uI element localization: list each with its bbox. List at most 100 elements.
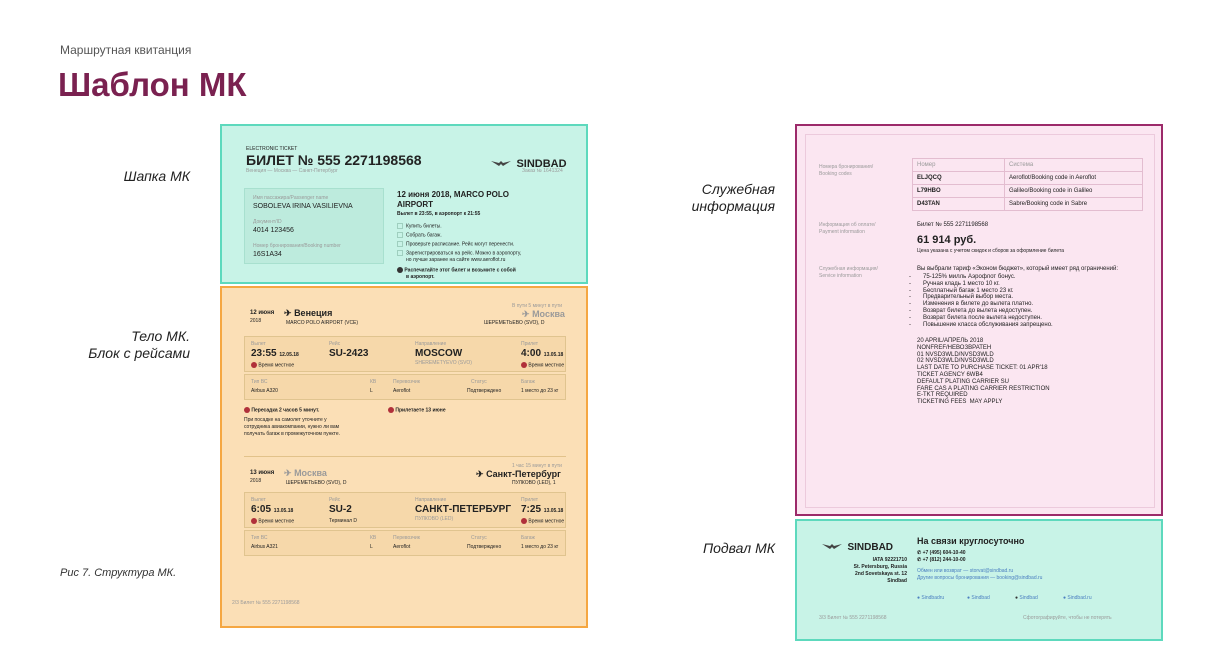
label-body-line1: Тело МК. xyxy=(131,328,190,344)
footer-city: St. Petersburg, Russia xyxy=(853,564,907,570)
service-label-1: Служебная информация/ xyxy=(819,266,878,272)
figure-caption: Рис 7. Структура МК. xyxy=(60,567,177,579)
carrier-label: Перевозчик xyxy=(393,379,420,385)
dep-time: 23:55 12.05.18 xyxy=(251,348,299,359)
plane-icon: ✈ xyxy=(284,308,292,318)
facebook-icon: ● xyxy=(1015,595,1019,601)
social-skype[interactable]: ● Sindbad xyxy=(967,595,990,601)
fare-code-line: TICKETING FEES MAY APPLY xyxy=(917,399,1003,406)
checkbox-icon[interactable] xyxy=(397,241,403,247)
alert-icon xyxy=(388,407,394,413)
label-service: Служебная информация xyxy=(640,181,775,215)
phone-2[interactable]: ✆ +7 (812) 244-10-00 xyxy=(917,557,966,563)
carrier-label: Перевозчик xyxy=(393,535,420,541)
print-note-1: Распечатайте этот билет и возьмите с соб… xyxy=(397,267,516,273)
fare-code-line: LAST DATE TO PURCHASE TICKET: 01 APR'18 xyxy=(917,365,1048,372)
departure-title-1: 12 июня 2018, MARCO POLO xyxy=(397,190,509,199)
label-footer: Подвал МК xyxy=(703,540,775,556)
footer-address: 2nd Sovetskaya st. 12 xyxy=(855,571,907,577)
skype-icon: ● xyxy=(967,595,971,601)
pnr-label: Номер бронирования/Booking number xyxy=(253,243,341,249)
arr-label: Прилет xyxy=(521,497,538,503)
bullet-marker: - xyxy=(909,301,918,308)
booking-link[interactable]: Другие вопросы бронирования — booking@si… xyxy=(917,575,1042,581)
clock-icon xyxy=(251,362,257,368)
dir-label: Направление xyxy=(415,341,447,347)
social-fb[interactable]: ● Sindbad xyxy=(1015,595,1038,601)
seg2-flight-card: Вылет 6:05 13.05.18 Время местное Рейс S… xyxy=(244,492,566,528)
local-time: Время местное xyxy=(251,362,294,368)
price-note: Цена указана с учетом скидок и сборов за… xyxy=(917,248,1065,254)
checklist-item[interactable]: Проверьте расписание. Рейс могут перенес… xyxy=(397,241,514,247)
fare-code-line: NONFREF/НЕВОЗВРАТЕН xyxy=(917,344,992,351)
dir-label: Направление xyxy=(415,497,447,503)
class-value: L xyxy=(370,388,373,394)
order-number: Заказ № 1641324 xyxy=(522,168,563,174)
dir-value: САНКТ-ПЕТЕРБУРГ xyxy=(415,504,512,515)
photo-hint: Сфотографируйте, чтобы не потерять xyxy=(1023,615,1112,621)
footer-company: Sindbad xyxy=(887,578,907,584)
social-vk[interactable]: ● Sindbadru xyxy=(917,595,944,601)
fare-code-line: 01 NVSD3WLD/NVSD3WLD xyxy=(917,351,994,358)
phone-icon: ✆ xyxy=(917,557,922,563)
status-label: Статус xyxy=(471,535,487,541)
checkbox-icon[interactable] xyxy=(397,223,403,229)
seg2-from: ✈ Москва xyxy=(284,468,327,478)
terminal: Терминал D xyxy=(329,518,358,524)
checklist-item[interactable]: Собрать багаж. xyxy=(397,232,442,238)
flight-number: SU-2423 xyxy=(329,348,369,359)
status-value: Подтверждено xyxy=(467,388,502,394)
plane-icon: ✈ xyxy=(476,469,484,479)
ticket-header-block: ELECTRONIC TICKET БИЛЕТ № 555 2271198568… xyxy=(220,124,588,284)
carrier-value: Aeroflot xyxy=(393,544,411,550)
phone-1[interactable]: ✆ +7 (495) 604-10-40 xyxy=(917,550,966,556)
wings-icon xyxy=(822,543,842,549)
seg2-details-card: Тип ВС Airbus A321 КВ L Перевозчик Aerof… xyxy=(244,530,566,556)
tariff-rule-item: Возврат билета до вылета недоступен. xyxy=(923,308,1033,314)
flight-number: SU-2 xyxy=(329,504,352,515)
fare-code-line: E-TKT REQUIRED xyxy=(917,392,968,399)
seg1-details-card: Тип ВС Airbus A320 КВ L Перевозчик Aerof… xyxy=(244,374,566,400)
globe-icon: ● xyxy=(1063,595,1067,601)
dir-airport: ПУЛКОВО (LED) xyxy=(415,516,454,522)
tariff-rule-item: Ручная кладь 1 место 10 кг. xyxy=(923,280,1000,287)
checklist-item[interactable]: Зарегистрироваться на рейс. Можно в аэро… xyxy=(397,250,521,256)
transfer-text-3: получать багаж в промежуточном пункте. xyxy=(244,431,340,437)
class-value: L xyxy=(370,544,373,550)
seg2-from-airport: ШЕРЕМЕТЬЕВО (SVO), D xyxy=(286,480,347,486)
bullet-marker: - xyxy=(909,287,918,294)
breadcrumb: Маршрутная квитанция xyxy=(60,43,192,57)
tariff-rule-item: 75-125% милль Аэрофлот бонус. xyxy=(923,274,1016,280)
info-icon xyxy=(397,267,403,273)
checklist-item[interactable]: Купить билеты. xyxy=(397,223,442,229)
table-header: Номер Система xyxy=(912,158,1143,172)
label-body: Тело МК. Блок с рейсами xyxy=(50,328,190,362)
aircraft-label: Тип ВС xyxy=(251,535,268,541)
tariff-text: Вы выбрали тариф «Эконом бюджет», которы… xyxy=(917,266,1119,272)
booking-codes-table: Номер Система ELJQCQ Aeroflot/Booking code… xyxy=(912,158,1143,211)
checkbox-icon[interactable] xyxy=(397,232,403,238)
label-body-line2: Блок с рейсами xyxy=(88,345,190,361)
local-time: Время местное xyxy=(521,362,564,368)
seg1-to: ✈ Москва xyxy=(522,309,565,319)
page-counter: 3/3 Билет № 555 2271198568 xyxy=(819,615,887,621)
flight-label: Рейс xyxy=(329,497,341,503)
label-header: Шапка МК xyxy=(123,168,190,184)
tariff-rule-item: Возврат билета после вылета недоступен. xyxy=(923,314,1042,321)
doc-number: 4014 123456 xyxy=(253,227,294,234)
seg1-year: 2018 xyxy=(250,318,262,324)
doc-label: Документ/ID xyxy=(253,219,282,225)
col-number: Номер xyxy=(912,158,1005,172)
page-counter: 2/3 Билет № 555 2271198568 xyxy=(232,600,300,606)
bullet-marker: - xyxy=(909,274,918,280)
exchange-link[interactable]: Обмен или возврат — storvat@sindbad.ru xyxy=(917,568,1013,574)
tariff-rule-item: Повышение класса обслуживания запрещено. xyxy=(923,321,1053,328)
service-label-2: Service information xyxy=(819,273,862,279)
arr-label: Прилет xyxy=(521,341,538,347)
payment-ticket: Билет № 555 2271198568 xyxy=(917,222,989,228)
seg2-date: 13 июня xyxy=(250,470,275,476)
checkbox-icon[interactable] xyxy=(397,250,403,256)
booking-codes-label-1: Номера бронирования/ xyxy=(819,164,874,170)
ticket-route: Венеция — Москва — Санкт-Петербург xyxy=(246,168,338,174)
social-site[interactable]: ● Sindbad.ru xyxy=(1063,595,1092,601)
